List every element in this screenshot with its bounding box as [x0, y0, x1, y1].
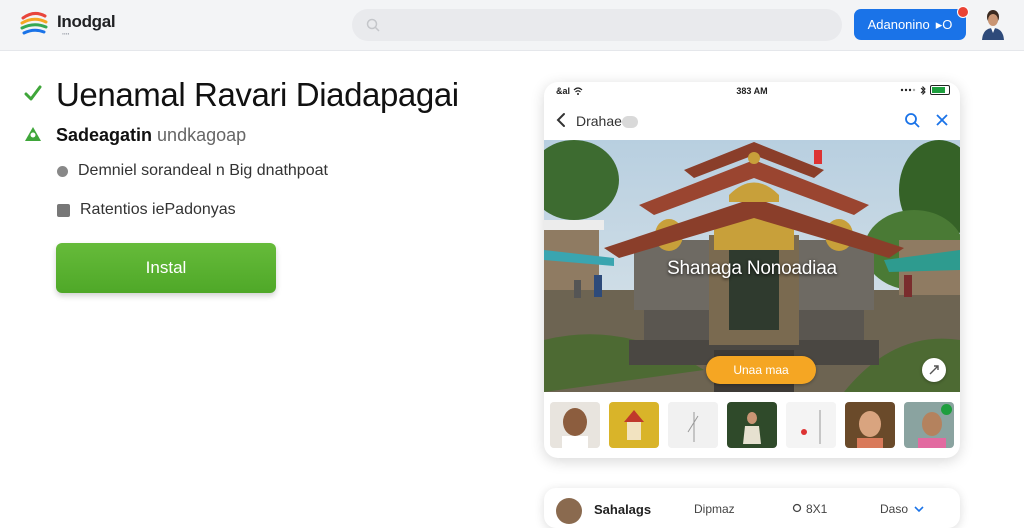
thumbnail[interactable]	[904, 402, 954, 448]
install-button[interactable]: Instal	[56, 243, 276, 293]
feature-bullet: Ratentios iePadonyas	[57, 201, 236, 219]
thumb-drawing-image	[786, 402, 836, 448]
page-headline: Uenamal Ravari Diadapagai	[56, 76, 459, 113]
review-meta: Dipmaz	[694, 502, 735, 516]
reviewer-name: Sahalags	[594, 502, 652, 517]
brand-logo-icon[interactable]	[20, 8, 48, 38]
checkmark-icon	[24, 85, 42, 101]
feature-text: Demniel sorandeal n Big dnathpoat	[78, 162, 328, 179]
hero-action-button[interactable]: Unaa maa	[706, 356, 816, 384]
thumb-woman-image	[845, 402, 895, 448]
phone-status-bar: &al 383 AM	[544, 82, 960, 102]
review-location: 8X1	[792, 502, 827, 516]
feature-text: Ratentios iePadonyas	[80, 201, 236, 218]
bluetooth-icon	[920, 85, 926, 95]
phone-nav-title: Drahae	[576, 113, 638, 129]
thumbnail[interactable]	[845, 402, 895, 448]
feature-bullet: Demniel sorandeal n Big dnathpoat	[57, 162, 328, 180]
top-bar: Inodgal ꞏꞏꞏꞏ Adanonino ▸O	[0, 0, 1024, 51]
back-arrow-icon[interactable]	[554, 112, 568, 128]
selected-check-icon	[941, 404, 952, 415]
user-avatar[interactable]	[980, 9, 1006, 40]
bullet-square-icon	[57, 203, 70, 217]
header-action-suffix: ▸O	[935, 16, 953, 32]
close-icon[interactable]	[934, 112, 950, 128]
triangle-person-icon	[25, 127, 41, 141]
signal-icon	[900, 88, 916, 92]
page-subtitle: Sadeagatin undkagoap	[56, 125, 246, 146]
subtitle-strong: Sadeagatin	[56, 125, 153, 145]
header-action-button[interactable]: Adanonino ▸O	[854, 6, 969, 40]
thumb-sketch-image	[668, 402, 718, 448]
location-label: 8X1	[806, 502, 828, 516]
reviewer-avatar	[556, 498, 582, 524]
hero-title: Shanaga Nonoadiaa	[667, 258, 837, 279]
review-action-label: Daso	[880, 502, 909, 516]
thumb-dancer-image	[727, 402, 777, 448]
status-indicators	[900, 85, 950, 95]
bullet-dot-icon	[57, 165, 68, 177]
nav-pill-indicator	[621, 116, 638, 129]
review-card[interactable]: Sahalags Dipmaz 8X1 Daso	[544, 488, 960, 528]
phone-nav-title-text: Drahae	[576, 113, 622, 129]
location-pin-icon	[792, 503, 802, 513]
thumb-person-image	[550, 402, 600, 448]
hero-image[interactable]: Shanaga Nonoadiaa Unaa maa	[544, 140, 960, 392]
expand-icon	[929, 365, 939, 375]
search-icon[interactable]	[904, 112, 920, 128]
thumbnail[interactable]	[609, 402, 659, 448]
thumbnail[interactable]	[727, 402, 777, 448]
header-action-label: Adanonino	[867, 17, 930, 32]
subtitle-soft: undkagoap	[157, 125, 247, 145]
brand-tagline: ꞏꞏꞏꞏ	[62, 32, 70, 38]
thumbnail[interactable]	[668, 402, 718, 448]
thumbnail[interactable]	[550, 402, 600, 448]
brand-name[interactable]: Inodgal	[57, 12, 116, 32]
thumbnail[interactable]	[786, 402, 836, 448]
search-icon	[366, 18, 380, 32]
battery-icon	[930, 85, 950, 95]
search-input[interactable]	[352, 9, 842, 41]
expand-button[interactable]	[922, 358, 946, 382]
notification-badge	[957, 6, 969, 18]
thumbnail-strip	[550, 402, 954, 450]
review-action[interactable]: Daso	[880, 502, 924, 516]
status-time: 383 AM	[736, 86, 768, 96]
phone-preview: &al 383 AM Drahae Shanaga Nonoadiaa Unaa…	[544, 82, 960, 458]
phone-nav-bar: Drahae	[544, 106, 960, 136]
thumb-shrine-image	[609, 402, 659, 448]
